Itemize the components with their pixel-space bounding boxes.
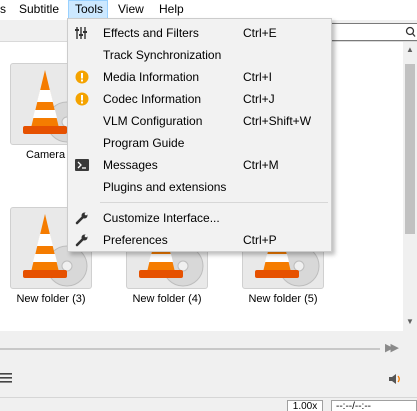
scroll-thumb[interactable]	[405, 64, 415, 234]
search-input[interactable]	[320, 23, 417, 41]
time-display: --:--/--:--	[331, 400, 417, 411]
menu-item-media-information[interactable]: Media Information Ctrl+I	[70, 66, 329, 88]
scroll-up-icon[interactable]: ▲	[406, 46, 414, 54]
menu-item-shortcut: Ctrl+I	[243, 70, 273, 84]
menu-item-label: Effects and Filters	[103, 26, 199, 40]
tile-label: New folder (3)	[16, 293, 86, 305]
seek-slider[interactable]	[0, 348, 380, 350]
menu-item-label: Plugins and extensions	[103, 180, 227, 194]
menu-item-shortcut: Ctrl+P	[243, 233, 277, 247]
menu-view[interactable]: View	[112, 0, 150, 19]
controls-bar	[0, 367, 417, 397]
menu-item-plugins-and-extensions[interactable]: Plugins and extensions	[70, 176, 329, 198]
menu-item-track-synchronization[interactable]: Track Synchronization	[70, 44, 329, 66]
menu-item-codec-information[interactable]: Codec Information Ctrl+J	[70, 88, 329, 110]
menu-media-partial[interactable]: s	[0, 0, 12, 19]
menu-item-label: Track Synchronization	[103, 48, 222, 62]
tools-menu: Effects and Filters Ctrl+E Track Synchro…	[67, 18, 332, 252]
menu-item-vlm-configuration[interactable]: VLM Configuration Ctrl+Shift+W	[70, 110, 329, 132]
info-warning-icon	[75, 92, 89, 106]
menu-item-label: Preferences	[103, 233, 168, 247]
menu-item-shortcut: Ctrl+M	[243, 158, 279, 172]
tile-label: New folder (4)	[132, 293, 202, 305]
fast-forward-icon[interactable]: ▶▶	[385, 341, 401, 355]
menu-item-messages[interactable]: Messages Ctrl+M	[70, 154, 329, 176]
menu-item-label: Program Guide	[103, 136, 185, 150]
menubar: s Subtitle Tools View Help	[0, 0, 417, 19]
menu-item-shortcut: Ctrl+E	[243, 26, 277, 40]
menu-item-effects-and-filters[interactable]: Effects and Filters Ctrl+E	[70, 22, 329, 44]
menu-item-preferences[interactable]: Preferences Ctrl+P	[70, 229, 329, 251]
wrench-icon	[75, 233, 89, 247]
menu-item-program-guide[interactable]: Program Guide	[70, 132, 329, 154]
search-icon[interactable]	[404, 24, 417, 40]
playback-speed[interactable]: 1.00x	[287, 400, 323, 411]
menu-item-label: Media Information	[103, 70, 200, 84]
menu-item-label: VLM Configuration	[103, 114, 203, 128]
menu-item-label: Messages	[103, 158, 158, 172]
equalizer-icon	[75, 26, 89, 40]
wrench-icon	[75, 211, 89, 225]
menu-item-label: Codec Information	[103, 92, 202, 106]
tile-label: New folder (5)	[248, 293, 318, 305]
menu-tools[interactable]: Tools	[68, 0, 108, 19]
menu-item-label: Customize Interface...	[103, 211, 220, 225]
info-warning-icon	[75, 70, 89, 84]
menu-item-shortcut: Ctrl+J	[243, 92, 275, 106]
menu-item-shortcut: Ctrl+Shift+W	[243, 114, 312, 128]
menu-subtitle[interactable]: Subtitle	[13, 0, 65, 19]
scroll-down-icon[interactable]: ▼	[406, 318, 414, 326]
volume-icon[interactable]	[388, 372, 402, 386]
menu-separator	[100, 202, 328, 203]
menu-help[interactable]: Help	[153, 0, 190, 19]
playlist-icon[interactable]	[0, 371, 14, 385]
menu-item-customize-interface[interactable]: Customize Interface...	[70, 207, 329, 229]
vertical-scrollbar[interactable]: ▲ ▼	[403, 42, 417, 331]
terminal-icon	[75, 158, 89, 172]
